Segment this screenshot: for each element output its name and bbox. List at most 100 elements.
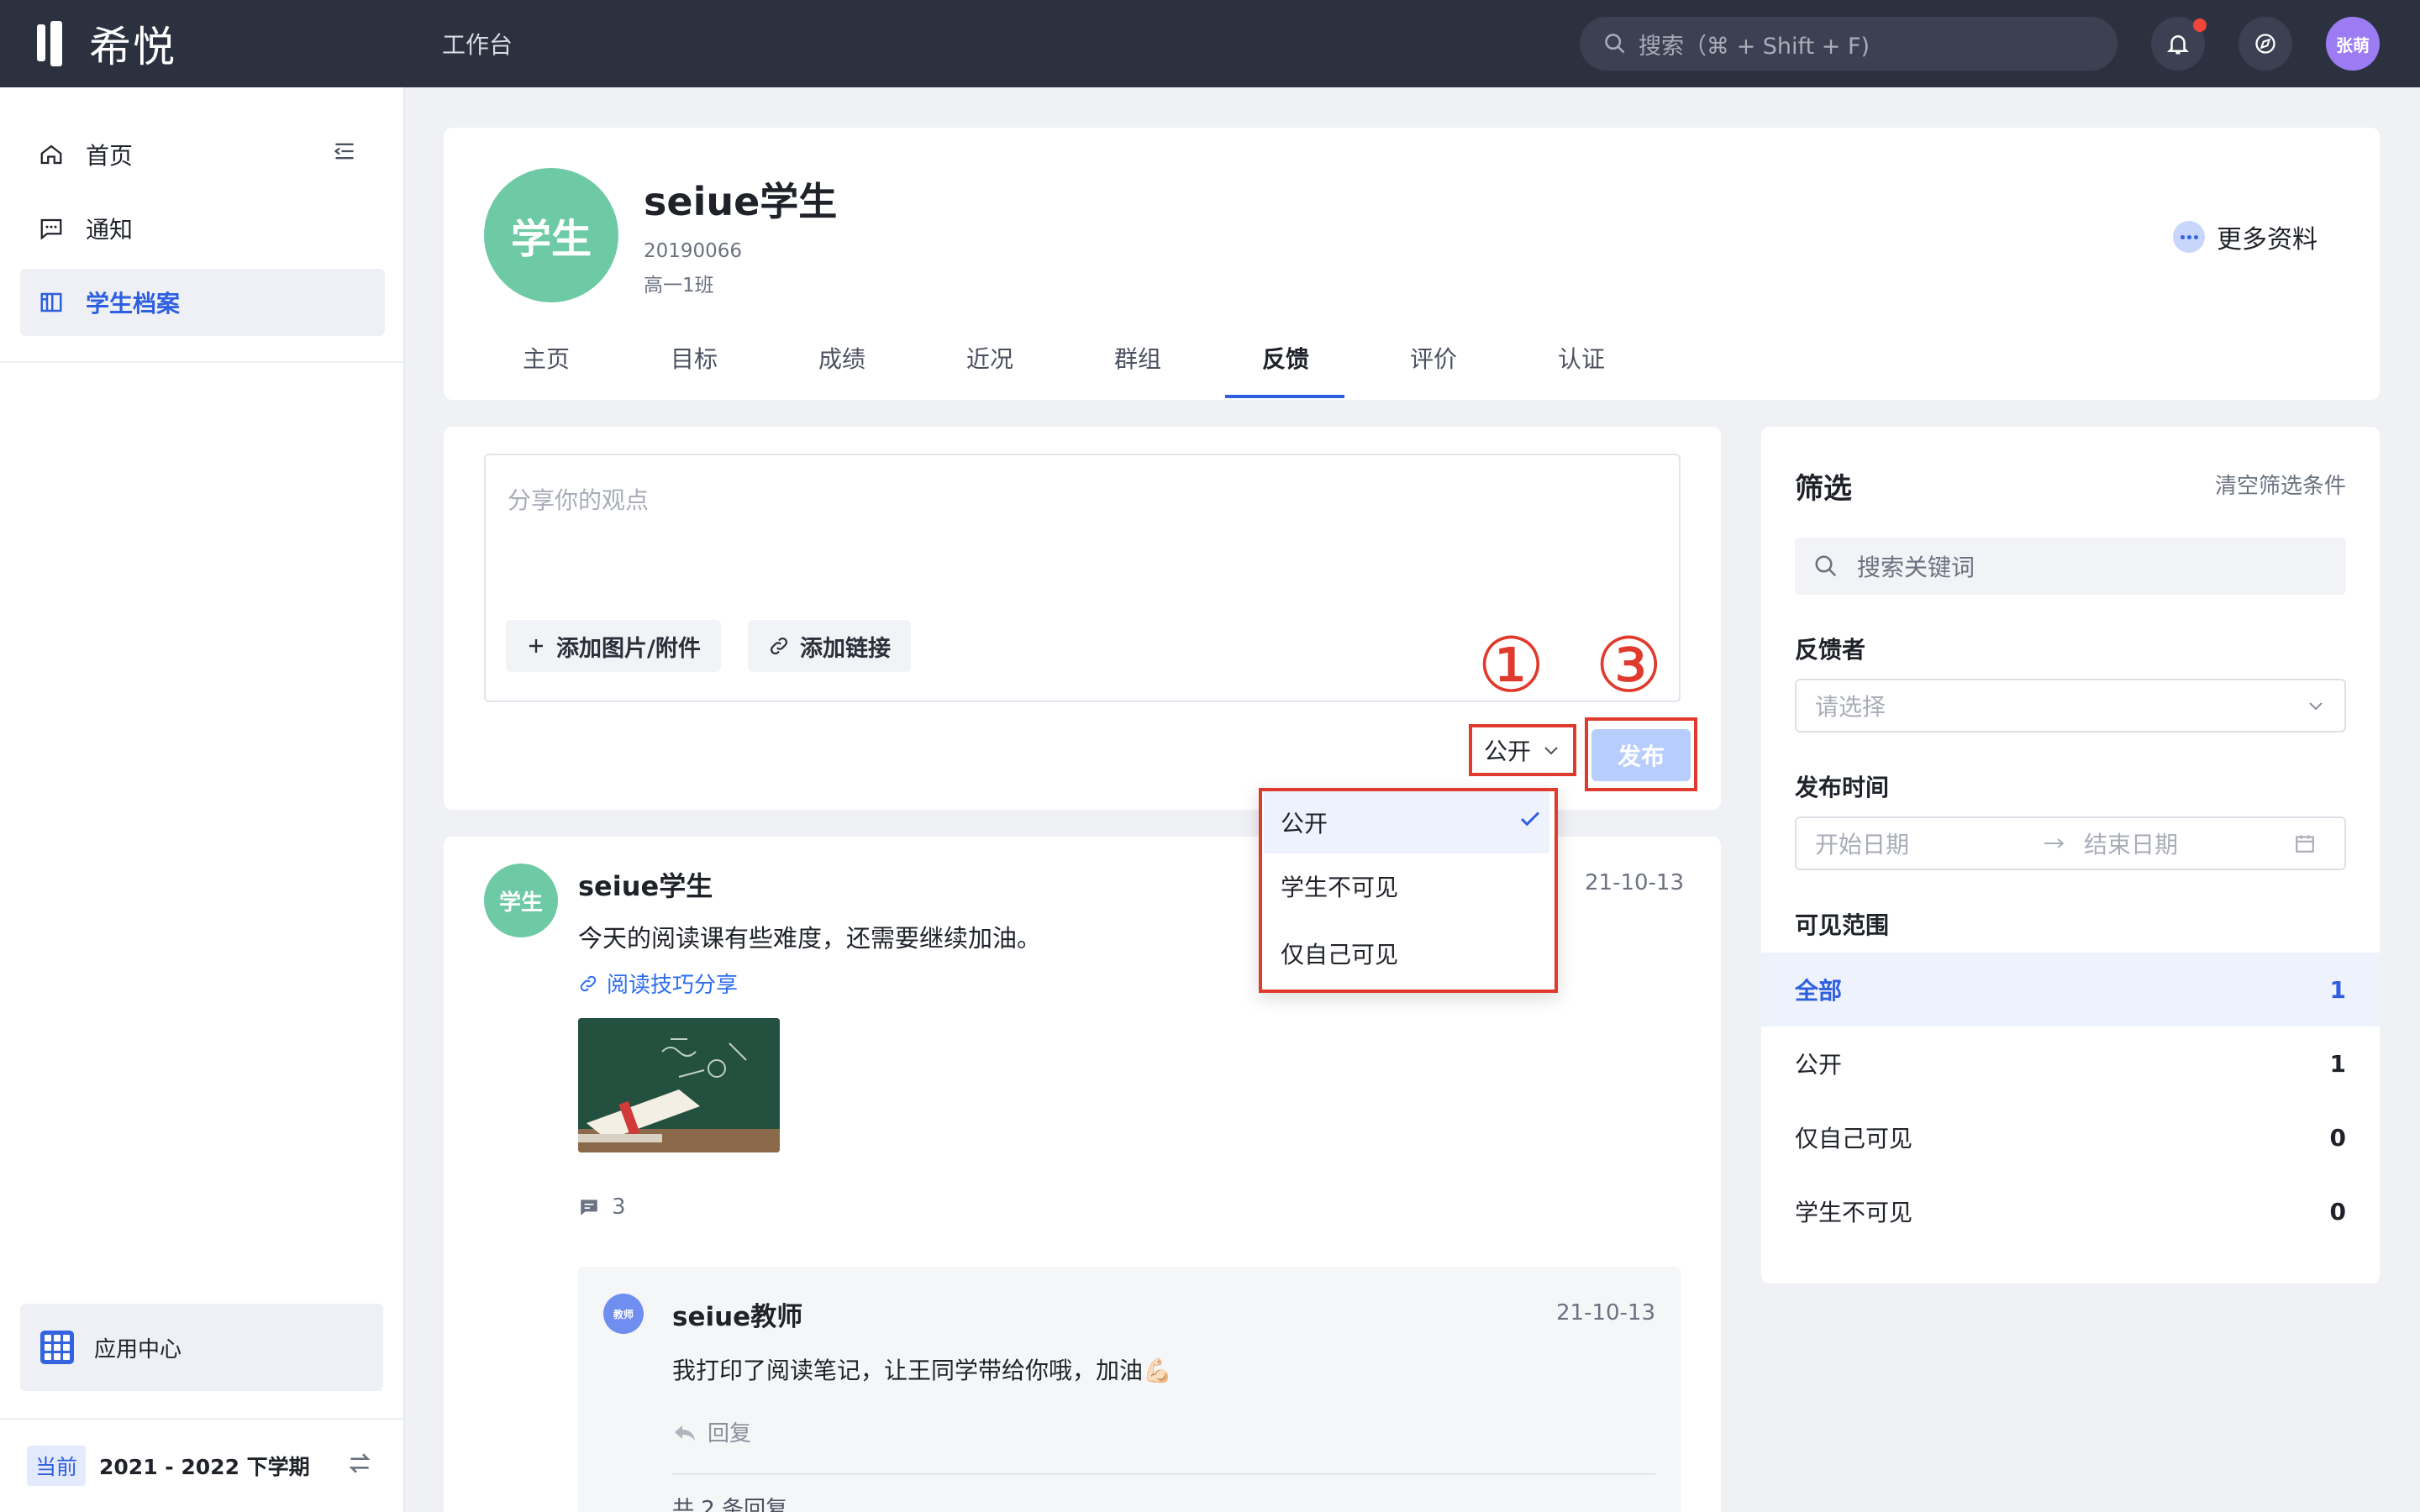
active-tab-indicator [1225,395,1344,398]
app-center-button[interactable]: 应用中心 [20,1304,383,1391]
assistant-button[interactable] [2238,17,2292,71]
visibility-option-only-me[interactable]: 仅自己可见 [1264,922,1549,984]
scope-label: 学生不可见 [1795,1199,1913,1226]
compass-icon [2255,34,2275,54]
post-link-label: 阅读技巧分享 [607,973,739,998]
add-link-button[interactable]: 添加链接 [748,620,911,672]
student-name: seiue学生 [644,179,838,224]
more-info-button[interactable]: 更多资料 [2173,218,2317,255]
scope-count: 1 [2329,1049,2346,1078]
term-label: 2021 - 2022 下学期 [99,1455,310,1479]
search-icon [1605,34,1625,54]
end-date-input[interactable]: 结束日期 [2067,827,2294,860]
reply-text: 我打印了阅读笔记，让王同学带给你哦，加油💪🏻 [672,1357,1172,1384]
tab-evaluation[interactable]: 评价 [1410,341,1457,375]
arrow-right-icon [2044,838,2065,848]
sidebar-item-label: 首页 [86,142,134,170]
visibility-value: 公开 [1483,738,1531,765]
workbench-link[interactable]: 工作台 [442,27,513,60]
visibility-option-public[interactable]: 公开 [1264,791,1549,853]
bell-icon [2166,35,2190,55]
tab-home[interactable]: 主页 [523,341,570,375]
publish-time-label: 发布时间 [1795,774,1890,801]
more-dots-icon [2173,221,2205,253]
collapse-sidebar-button[interactable] [333,139,356,166]
start-date-input[interactable]: 开始日期 [1815,827,2042,860]
post-date: 21-10-13 [1585,870,1685,895]
reply-button[interactable]: 回复 [672,1416,751,1447]
tab-recent[interactable]: 近况 [966,341,1013,375]
visibility-select[interactable]: 公开 [1469,724,1576,776]
add-attachment-button[interactable]: 添加图片/附件 [506,620,721,672]
post-link[interactable]: 阅读技巧分享 [578,968,738,999]
calendar-icon [2296,835,2314,853]
callout-1: ① [1477,622,1545,710]
post-image[interactable] [578,1018,780,1152]
keyword-search-placeholder: 搜索关键词 [1857,554,1975,581]
sidebar-item-home[interactable]: 首页 [20,121,385,188]
filter-title: 筛选 [1795,472,1852,506]
scope-item-only-me[interactable]: 仅自己可见 0 [1761,1100,2380,1174]
global-search-input[interactable]: 搜索（⌘ + Shift + F) [1580,17,2118,71]
message-icon [40,218,62,240]
sidebar-item-label: 通知 [86,216,134,244]
more-replies-toggle[interactable]: 共 2 条回复 [672,1492,787,1512]
scope-count: 0 [2329,1197,2346,1226]
term-selector[interactable]: 当前 2021 - 2022 下学期 [27,1445,310,1487]
add-link-label: 添加链接 [800,635,891,662]
collapse-menu-icon [334,143,354,160]
switch-term-button[interactable] [346,1450,373,1480]
tab-grades[interactable]: 成绩 [818,341,865,375]
sidebar-divider [0,361,405,363]
chalkboard-diploma-image [578,1018,780,1152]
reply-arrow-icon [675,1425,695,1441]
comment-count[interactable]: 3 [578,1194,626,1220]
publish-button[interactable]: 发布 [1591,729,1691,781]
comment-count-value: 3 [612,1194,626,1220]
feedbacker-label: 反馈者 [1795,636,1866,664]
feedbacker-select[interactable]: 请选择 [1795,679,2346,732]
user-avatar[interactable]: 张萌 [2326,17,2380,71]
scope-label: 仅自己可见 [1795,1125,1913,1152]
tab-goals[interactable]: 目标 [671,341,718,375]
term-current-badge: 当前 [27,1446,87,1486]
reply-divider [672,1473,1655,1475]
callout-3: ③ [1595,622,1663,710]
student-id: 20190066 [644,240,743,262]
grid-icon [40,1331,74,1364]
check-icon [1518,806,1543,835]
search-icon [1815,555,1837,577]
student-class: 高一1班 [644,275,714,297]
visibility-option-hidden-from-student[interactable]: 学生不可见 [1264,855,1549,917]
scope-label: 公开 [1795,1051,1843,1079]
notification-badge [2193,18,2207,32]
global-search-placeholder: 搜索（⌘ + Shift + F) [1639,33,1870,60]
sidebar-item-notice[interactable]: 通知 [20,195,385,262]
reply-author-avatar: 教师 [603,1294,644,1334]
keyword-search-input[interactable]: 搜索关键词 [1795,538,2346,595]
tab-groups[interactable]: 群组 [1114,341,1161,375]
tab-certification[interactable]: 认证 [1558,341,1605,375]
clear-filters-button[interactable]: 清空筛选条件 [2215,469,2346,500]
reply-date: 21-10-13 [1556,1300,1656,1326]
sidebar-item-student-archive[interactable]: 学生档案 [20,269,385,336]
scope-item-public[interactable]: 公开 1 [1761,1026,2380,1100]
tab-feedback[interactable]: 反馈 [1262,341,1309,375]
scope-item-hidden-from-student[interactable]: 学生不可见 0 [1761,1174,2380,1248]
scope-count: 0 [2329,1123,2346,1152]
home-icon [40,144,62,165]
brand-name: 希悦 [89,23,176,71]
link-icon [771,638,787,654]
post-text: 今天的阅读课有些难度，还需要继续加油。 [578,924,1042,953]
post-author-avatar: 学生 [484,864,558,937]
reply-label: 回复 [708,1421,752,1446]
add-attachment-label: 添加图片/附件 [556,635,701,662]
brand-logo[interactable]: 希悦 [37,18,176,71]
scope-item-all[interactable]: 全部 1 [1761,953,2380,1026]
date-range-picker[interactable]: 开始日期 结束日期 [1795,816,2346,870]
comment-icon [581,1200,597,1215]
archive-icon [40,292,62,312]
feedback-placeholder: 分享你的观点 [508,486,650,514]
more-info-label: 更多资料 [2217,225,2317,255]
sidebar-item-label: 学生档案 [86,290,181,318]
